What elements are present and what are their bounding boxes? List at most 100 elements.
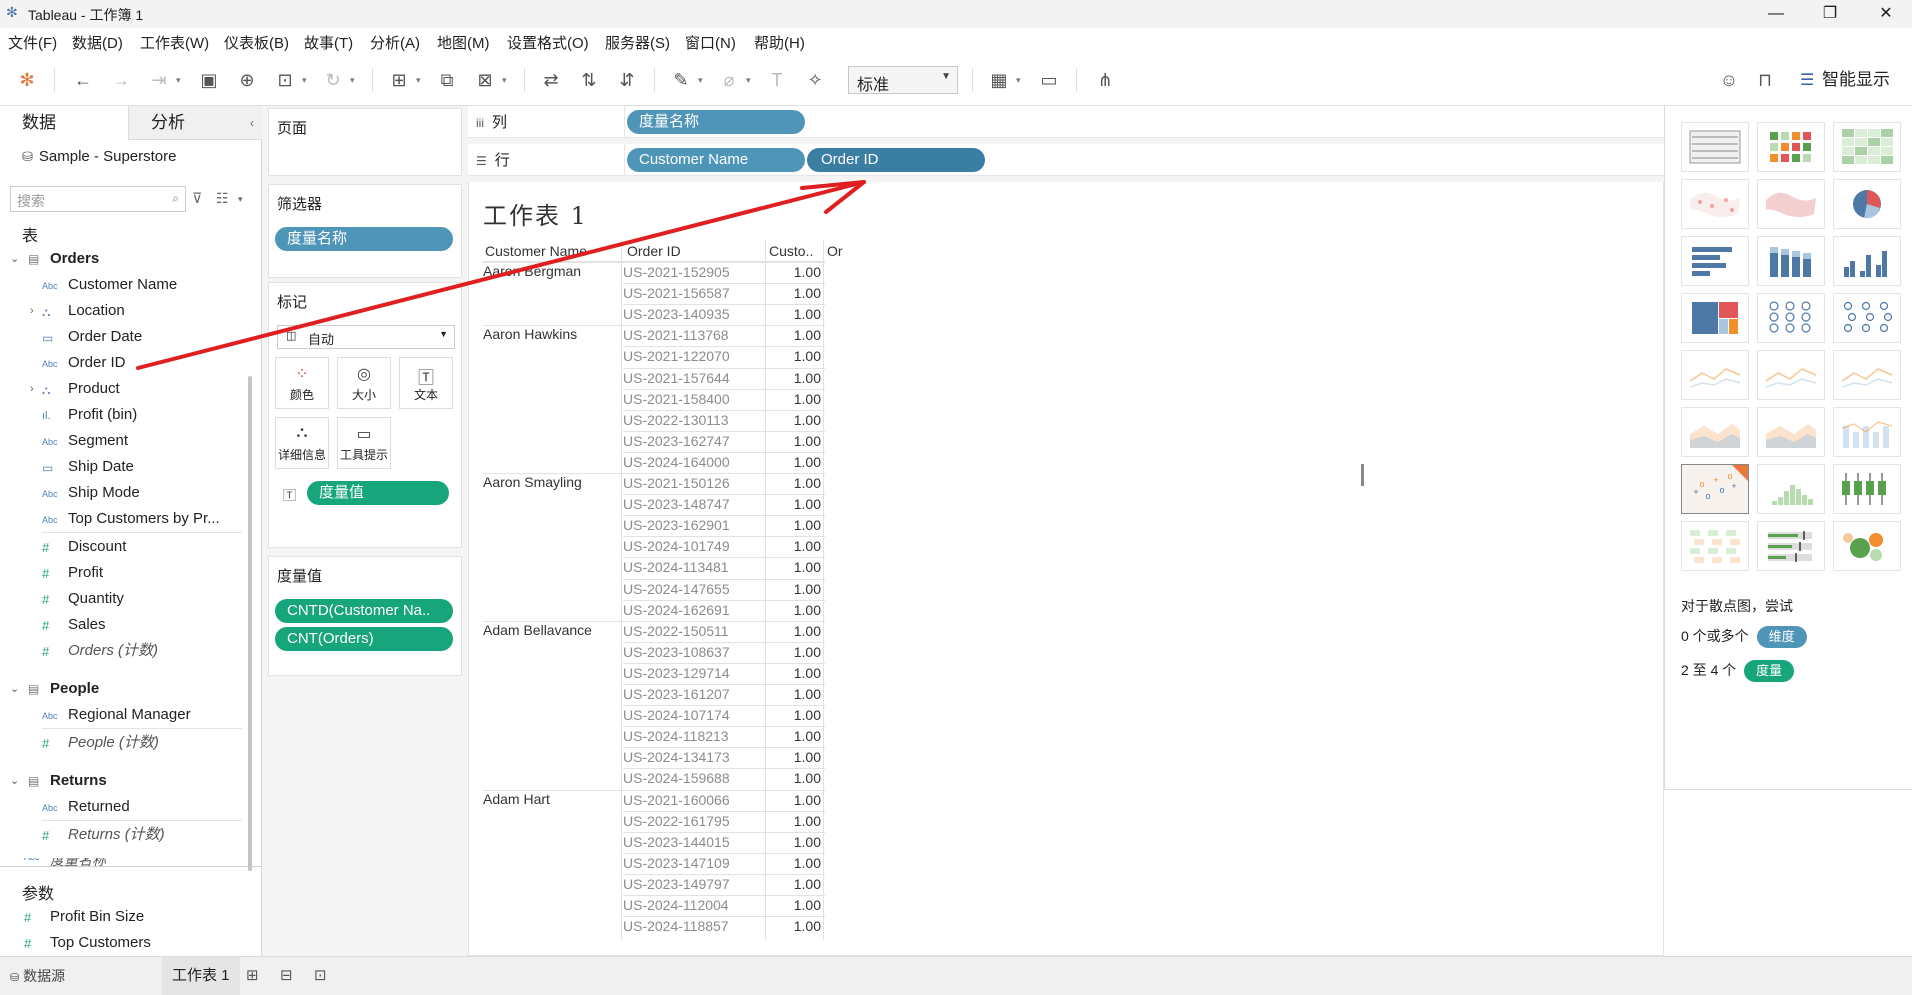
order-id-cell[interactable]: US-2024-164000 (623, 452, 763, 473)
cntd-customer-value[interactable]: 1.00 (765, 557, 821, 578)
order-id-cell[interactable]: US-2023-162747 (623, 431, 763, 452)
cnt-orders-value[interactable]: 3.00 (823, 642, 843, 663)
field-profit-bin[interactable]: ıl. Profit (bin) (42, 404, 247, 428)
columns-pill-measure-names[interactable]: 度量名称 (627, 110, 805, 134)
group-members-icon[interactable]: ⌀ (716, 67, 742, 93)
cntd-customer-value[interactable]: 1.00 (765, 916, 821, 937)
new-worksheet-tab-icon[interactable]: ⊞ (246, 966, 259, 984)
menu-window[interactable]: 窗口(N) (685, 32, 736, 53)
new-datasource-icon[interactable]: ⊕ (234, 67, 260, 93)
filters-card[interactable]: 筛选器 度量名称 (268, 184, 462, 278)
sheet-tab-1[interactable]: 工作表 1 (162, 957, 240, 995)
cntd-customer-value[interactable]: 1.00 (765, 642, 821, 663)
cnt-orders-value[interactable]: 3.00 (823, 283, 843, 304)
order-id-cell[interactable]: US-2023-148747 (623, 494, 763, 515)
field-profit[interactable]: # Profit (42, 562, 247, 586)
order-id-cell[interactable]: US-2023-161207 (623, 684, 763, 705)
field-ship-mode[interactable]: Abc Ship Mode (42, 482, 247, 506)
order-id-cell[interactable]: US-2023-162901 (623, 515, 763, 536)
cntd-customer-value[interactable]: 1.00 (765, 283, 821, 304)
cntd-customer-value[interactable]: 1.00 (765, 600, 821, 621)
field-discount[interactable]: # Discount (42, 536, 247, 560)
cnt-orders-value[interactable]: 3.00 (823, 832, 843, 853)
cntd-customer-value[interactable]: 1.00 (765, 304, 821, 325)
cntd-customer-value[interactable]: 1.00 (765, 494, 821, 515)
datasource-item[interactable]: ⛁ Sample - Superstore (22, 148, 176, 165)
rows-drop-zone[interactable]: Customer Name Order ID (624, 144, 1664, 176)
marks-pill-measure-values[interactable]: 度量值 (307, 481, 449, 505)
filter-pill-measure-names[interactable]: 度量名称 (275, 227, 453, 251)
chevron-down-icon[interactable]: ▾ (176, 67, 186, 93)
cnt-orders-value[interactable]: 1.00 (823, 684, 843, 705)
columns-drop-zone[interactable]: 度量名称 (624, 106, 1664, 138)
cntd-customer-value[interactable]: 1.00 (765, 705, 821, 726)
collapse-pane-icon[interactable]: ‹ (250, 106, 254, 140)
show-cards-icon[interactable]: ▦ (986, 67, 1012, 93)
cntd-customer-value[interactable]: 1.00 (765, 832, 821, 853)
cntd-customer-value[interactable]: 1.00 (765, 410, 821, 431)
order-id-cell[interactable]: US-2024-118857 (623, 916, 763, 937)
menu-help[interactable]: 帮助(H) (754, 32, 805, 53)
chevron-down-icon[interactable]: ▾ (416, 67, 426, 93)
order-id-cell[interactable]: US-2023-129714 (623, 663, 763, 684)
fix-axes-icon[interactable]: ✧ (802, 67, 828, 93)
cntd-customer-value[interactable]: 1.00 (765, 431, 821, 452)
chevron-down-icon[interactable]: ▾ (1016, 67, 1026, 93)
field-order-id[interactable]: Abc Order ID (42, 352, 247, 376)
order-id-cell[interactable]: US-2021-122070 (623, 346, 763, 367)
field-order-date[interactable]: ▭ Order Date (42, 326, 247, 350)
pin-icon[interactable]: ⊓ (1752, 67, 1778, 93)
cnt-orders-value[interactable]: 2.00 (823, 346, 843, 367)
chevron-down-icon[interactable]: ⌄ (10, 774, 19, 787)
chevron-down-icon[interactable]: ▾ (302, 67, 312, 93)
order-id-cell[interactable]: US-2024-101749 (623, 536, 763, 557)
chevron-down-icon[interactable]: ▾ (746, 67, 756, 93)
cnt-orders-value[interactable]: 1.00 (823, 790, 843, 811)
cnt-orders-value[interactable]: 3.00 (823, 705, 843, 726)
tab-data[interactable]: 数据 (0, 106, 128, 140)
cntd-customer-value[interactable]: 1.00 (765, 874, 821, 895)
show-me-bullet-graph[interactable] (1757, 521, 1825, 571)
sheet-title[interactable]: 工作表 1 (483, 196, 588, 231)
order-id-cell[interactable]: US-2024-107174 (623, 705, 763, 726)
field-returns-count[interactable]: # Returns (计数) (42, 824, 247, 848)
show-me-dual-combination[interactable] (1833, 407, 1901, 457)
order-id-cell[interactable]: US-2023-144015 (623, 832, 763, 853)
cnt-orders-value[interactable]: 1.00 (823, 874, 843, 895)
menu-format[interactable]: 设置格式(O) (507, 32, 589, 53)
cntd-customer-value[interactable]: 1.00 (765, 346, 821, 367)
cntd-customer-value[interactable]: 1.00 (765, 262, 821, 283)
presentation-mode-icon[interactable]: ▭ (1036, 67, 1062, 93)
order-id-cell[interactable]: US-2021-152905 (623, 262, 763, 283)
show-me-dual-lines[interactable] (1833, 350, 1901, 400)
show-me-side-by-side-bars[interactable] (1833, 236, 1901, 286)
fit-select[interactable]: 标准 ▼ (848, 66, 958, 94)
menu-data[interactable]: 数据(D) (72, 32, 123, 53)
order-id-cell[interactable]: US-2024-134173 (623, 747, 763, 768)
cnt-orders-value[interactable]: 1.00 (823, 262, 843, 283)
order-id-cell[interactable]: US-2022-150511 (623, 621, 763, 642)
new-story-tab-icon[interactable]: ⊡ (314, 966, 327, 984)
mark-type-select[interactable]: ◫ 自动 ▼ (277, 325, 455, 349)
cntd-customer-value[interactable]: 1.00 (765, 473, 821, 494)
order-id-cell[interactable]: US-2024-118213 (623, 726, 763, 747)
cnt-orders-value[interactable]: 2.00 (823, 853, 843, 874)
cntd-customer-value[interactable]: 1.00 (765, 621, 821, 642)
color-button[interactable]: ⁘ 颜色 (275, 357, 329, 409)
order-id-cell[interactable]: US-2021-158400 (623, 389, 763, 410)
chevron-right-icon[interactable]: › (30, 300, 34, 322)
order-id-cell[interactable]: US-2023-140935 (623, 304, 763, 325)
menu-map[interactable]: 地图(M) (437, 32, 490, 53)
cntd-customer-value[interactable]: 1.00 (765, 536, 821, 557)
save-icon[interactable]: ▣ (196, 67, 222, 93)
cnt-orders-value[interactable]: 1.00 (823, 389, 843, 410)
show-me-histogram[interactable] (1757, 464, 1825, 514)
chevron-down-icon[interactable]: ▾ (698, 67, 708, 93)
chevron-down-icon[interactable]: ⌄ (10, 682, 19, 695)
menu-server[interactable]: 服务器(S) (605, 32, 670, 53)
menu-dashboard[interactable]: 仪表板(B) (224, 32, 289, 53)
sort-descending-icon[interactable]: ⇵ (614, 67, 640, 93)
show-me-area-continuous[interactable] (1681, 407, 1749, 457)
field-product[interactable]: › ⛬ Product (30, 378, 247, 402)
mv-pill-cnt-orders[interactable]: CNT(Orders) (275, 627, 453, 651)
